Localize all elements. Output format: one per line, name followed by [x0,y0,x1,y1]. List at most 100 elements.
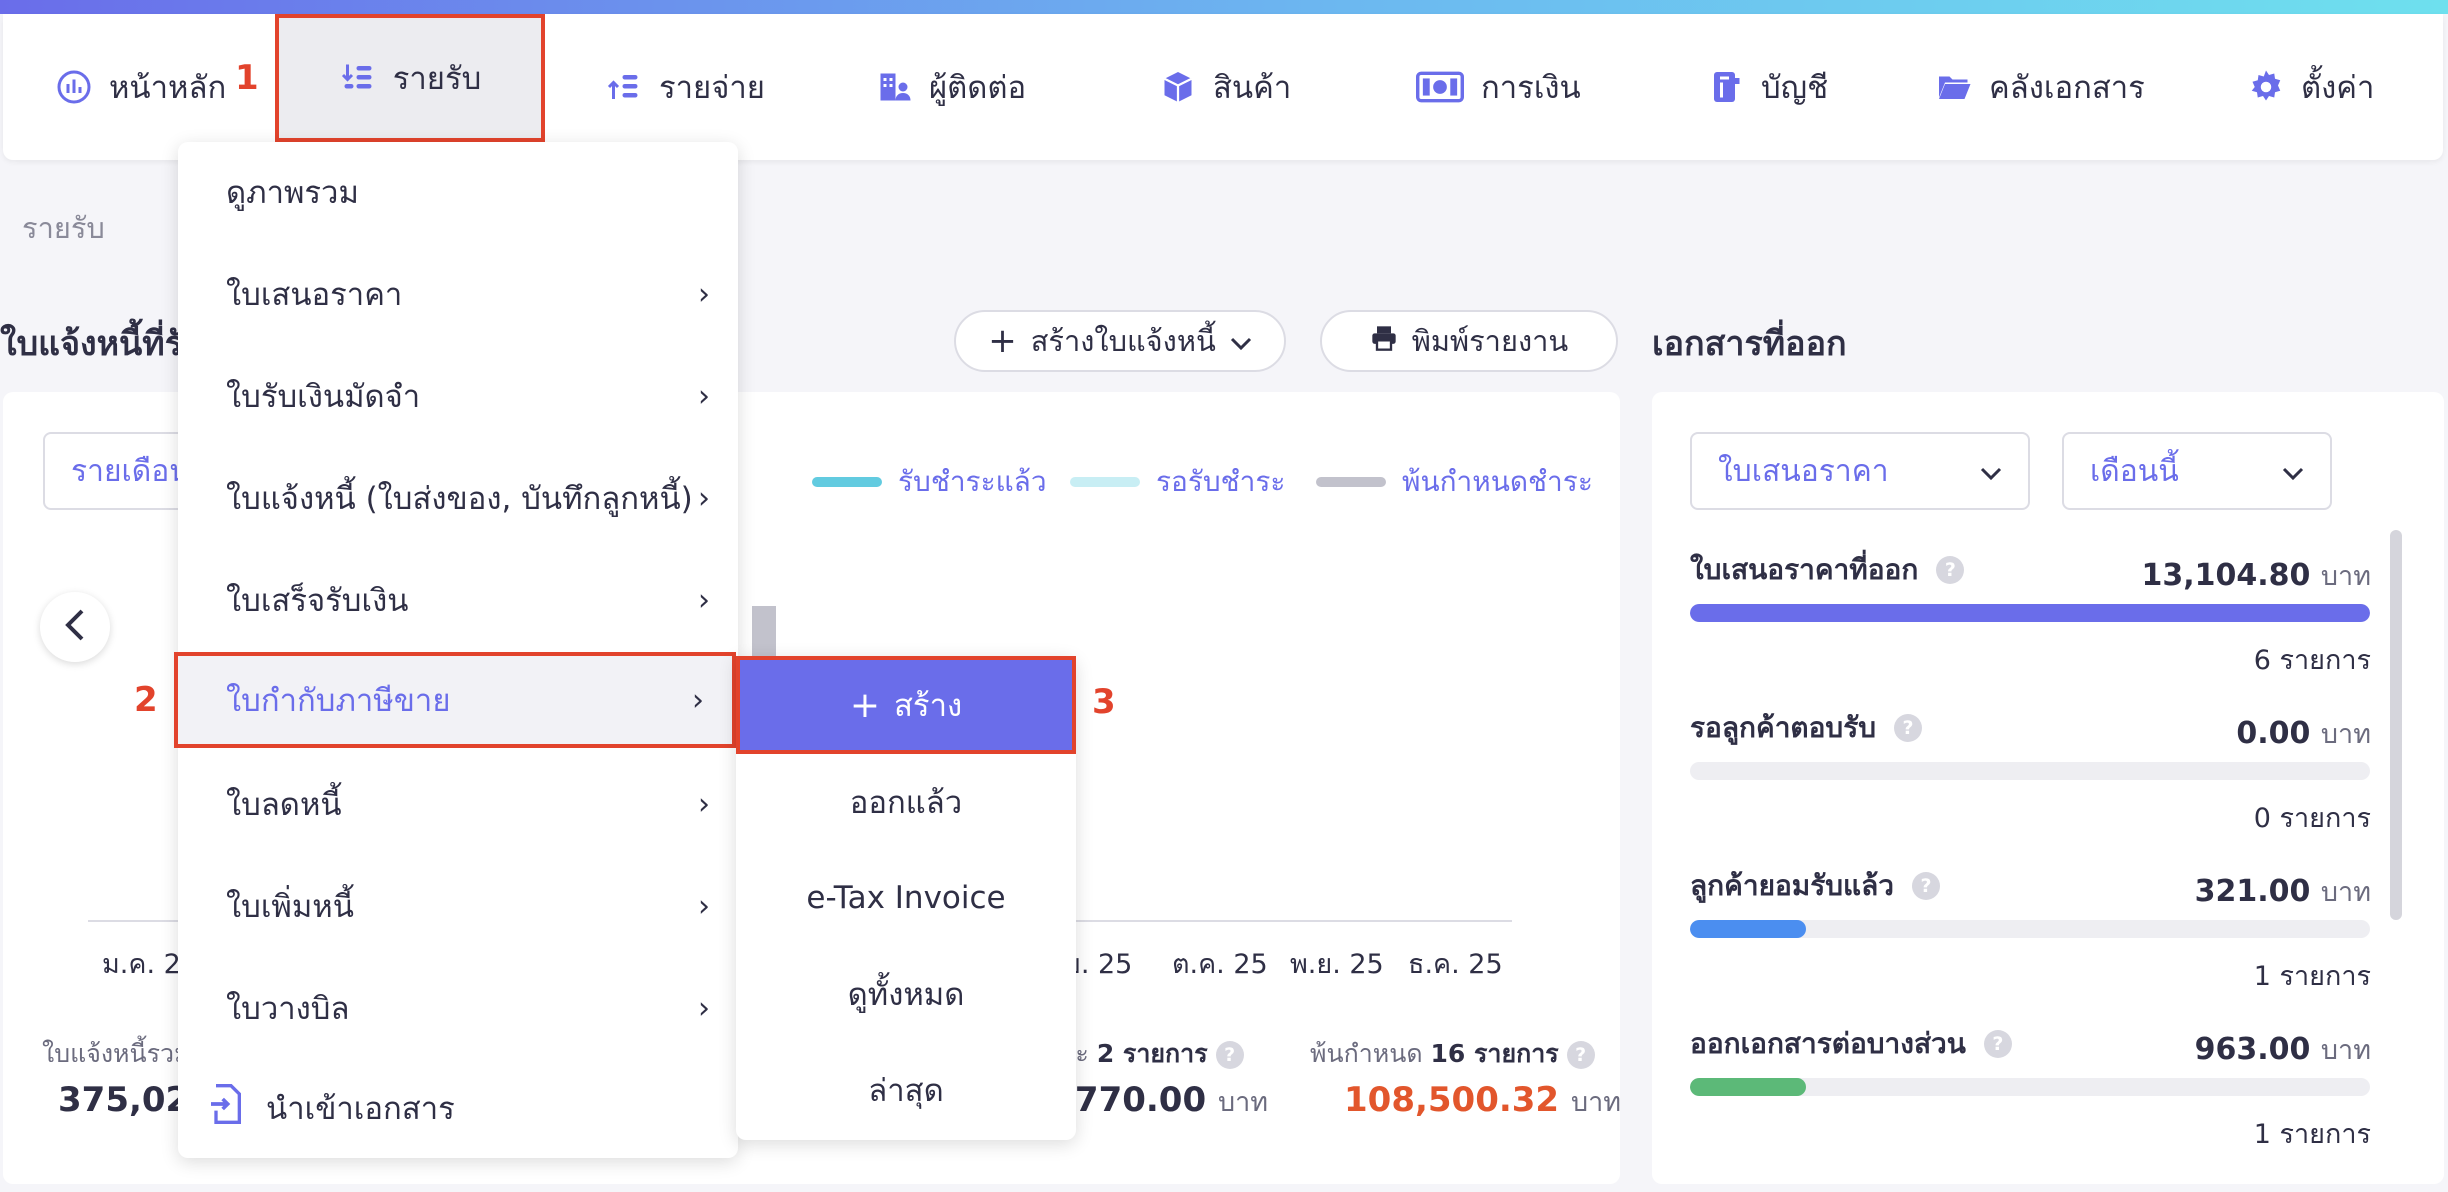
nav-item-label: คลังเอกสาร [1989,70,2145,106]
menu-item-label: ใบเสนอราคา [226,277,403,313]
doc-row-title: รอลูกค้าตอบรับ [1690,711,1877,744]
menu-item-tax-invoice[interactable]: ใบกำกับภาษีขาย › [174,652,736,748]
menu-item-label: ใบวางบิล [226,991,350,1027]
currency-unit: บาท [2320,1035,2371,1066]
doc-row-label: ลูกค้ายอมรับแล้ว? [1690,864,1940,908]
doc-row-title: ออกเอกสารต่อบางส่วน [1690,1027,1966,1060]
print-report-label: พิมพ์รายงาน [1411,324,1569,358]
help-icon[interactable]: ? [1983,1030,2012,1058]
doc-progress-track [1690,604,2370,622]
pending-stat-label: ระ 2 รายการ ? [1062,1034,1244,1074]
help-icon[interactable]: ? [1215,1041,1244,1069]
menu-item-label: ใบกำกับภาษีขาย [226,683,451,719]
nav-item-label: ตั้งค่า [2301,70,2375,106]
menu-item-credit-note[interactable]: ใบลดหนี้ › [178,756,738,852]
legend-paid: รับชำระแล้ว [812,460,1047,504]
help-icon[interactable]: ? [1894,714,1923,742]
overdue-label: พ้นกำหนด [1310,1039,1423,1068]
income-icon [339,59,377,97]
menu-item-billing-note[interactable]: ใบวางบิล › [178,960,738,1056]
overdue-value: 108,500.32 [1344,1080,1560,1120]
nav-item-finance[interactable]: การเงิน [1415,14,1581,160]
nav-item-products[interactable]: สินค้า [1159,14,1291,160]
doc-row-count: 6 รายการ [2253,645,2371,676]
doc-progress-track [1690,920,2370,938]
menu-item-invoice[interactable]: ใบแจ้งหนี้ (ใบส่งของ, บันทึกลูกหนี้) › [178,450,738,546]
top-gradient-bar [0,0,2448,14]
submenu-item-issued[interactable]: ออกแล้ว [736,754,1076,850]
submenu-item-view-all[interactable]: ดูทั้งหมด [736,946,1076,1042]
create-tax-invoice-button[interactable]: + สร้าง [736,656,1076,754]
doc-progress-track [1690,762,2370,780]
doc-value: 963.00 [2194,1032,2311,1067]
nav-item-label: รายจ่าย [659,70,765,106]
nav-item-contacts[interactable]: ผู้ติดต่อ [875,14,1026,160]
menu-item-label: นำเข้าเอกสาร [266,1091,455,1127]
nav-item-expense[interactable]: รายจ่าย [605,14,765,160]
folder-icon [1935,68,1973,106]
nav-item-label: สินค้า [1213,70,1292,106]
menu-item-debit-note[interactable]: ใบเพิ่มหนี้ › [178,858,738,954]
doc-row-title: ลูกค้ายอมรับแล้ว [1690,869,1894,902]
step-3-annotation: 3 [1092,682,1116,722]
legend-pending: รอรับชำระ [1070,460,1285,504]
documents-scrollbar[interactable] [2390,530,2402,920]
doc-row-value: 963.00 บาท [2195,1028,2371,1071]
doc-progress-fill [1690,1078,1806,1096]
doc-row-value: 321.00 บาท [2195,870,2371,913]
nav-item-label: การเงิน [1481,70,1581,106]
nav-item-label: รายรับ [392,61,482,97]
document-type-select[interactable]: ใบเสนอราคา [1690,432,2030,510]
currency-unit: บาท [2320,877,2371,908]
chevron-right-icon: › [698,582,710,618]
chevron-right-icon: › [698,888,710,924]
doc-progress-fill [1690,604,2370,622]
doc-value: 0.00 [2236,716,2311,751]
menu-item-label: ใบรับเงินมัดจำ [226,379,421,415]
menu-item-overview[interactable]: ดูภาพรวม [178,144,738,240]
nav-item-documents[interactable]: คลังเอกสาร [1935,14,2145,160]
submenu-item-e-tax-invoice[interactable]: e-Tax Invoice [736,850,1076,946]
submenu-item-label: สร้าง [894,688,963,724]
nav-item-settings[interactable]: ตั้งค่า [2247,14,2374,160]
help-icon[interactable]: ? [1911,872,1940,900]
doc-row-count: 1 รายการ [2253,961,2371,992]
chevron-down-icon [2282,454,2304,489]
overdue-stat-value: 108,500.32 บาท [1344,1080,1621,1123]
invoices-section-title: ใบแจ้งหนี้ที่รั [0,324,183,364]
document-period-select[interactable]: เดือนนี้ [2062,432,2332,510]
submenu-item-latest[interactable]: ล่าสุด [736,1042,1076,1138]
menu-item-receipt[interactable]: ใบเสร็จรับเงิน › [178,552,738,648]
create-invoice-button[interactable]: + สร้างใบแจ้งหนี้ [954,310,1286,372]
nav-item-home[interactable]: หน้าหลัก [55,14,226,160]
tax-invoice-submenu: + สร้าง ออกแล้ว e-Tax Invoice ดูทั้งหมด … [736,656,1076,1140]
chevron-right-icon: › [692,682,704,718]
chevron-right-icon: › [698,378,710,414]
currency-unit: บาท [2320,561,2371,592]
nav-item-income[interactable]: รายรับ [275,14,545,142]
chevron-right-icon: › [698,786,710,822]
legend-swatch-pending [1070,477,1140,487]
help-icon[interactable]: ? [1566,1041,1595,1069]
dashboard-icon [55,68,93,106]
menu-item-label: ใบเสร็จรับเงิน [226,583,409,619]
menu-item-deposit-receipt[interactable]: ใบรับเงินมัดจำ › [178,348,738,444]
nav-item-label: บัญชี [1761,70,1829,106]
doc-progress-track [1690,1078,2370,1096]
doc-value: 13,104.80 [2141,558,2311,593]
menu-item-quotation[interactable]: ใบเสนอราคา › [178,246,738,342]
legend-label: รอรับชำระ [1156,465,1286,498]
menu-item-label: ใบลดหนี้ [226,787,342,823]
chart-prev-button[interactable] [40,592,110,662]
step-1-annotation: 1 [235,58,259,98]
legend-label: รับชำระแล้ว [898,465,1047,498]
month-tick-label: พ.ย. 25 [1290,949,1384,980]
print-report-button[interactable]: พิมพ์รายงาน [1320,310,1618,372]
menu-item-import-documents[interactable]: นำเข้าเอกสาร [178,1060,738,1156]
nav-item-accounting[interactable]: บัญชี [1707,14,1828,160]
pending-stat-value: ,770.00 บาท [1062,1080,1268,1123]
month-tick-label: ต.ค. 25 [1172,949,1268,980]
plus-icon: + [988,321,1017,361]
doc-row-label: รอลูกค้าตอบรับ? [1690,706,1923,750]
help-icon[interactable]: ? [1936,556,1965,584]
